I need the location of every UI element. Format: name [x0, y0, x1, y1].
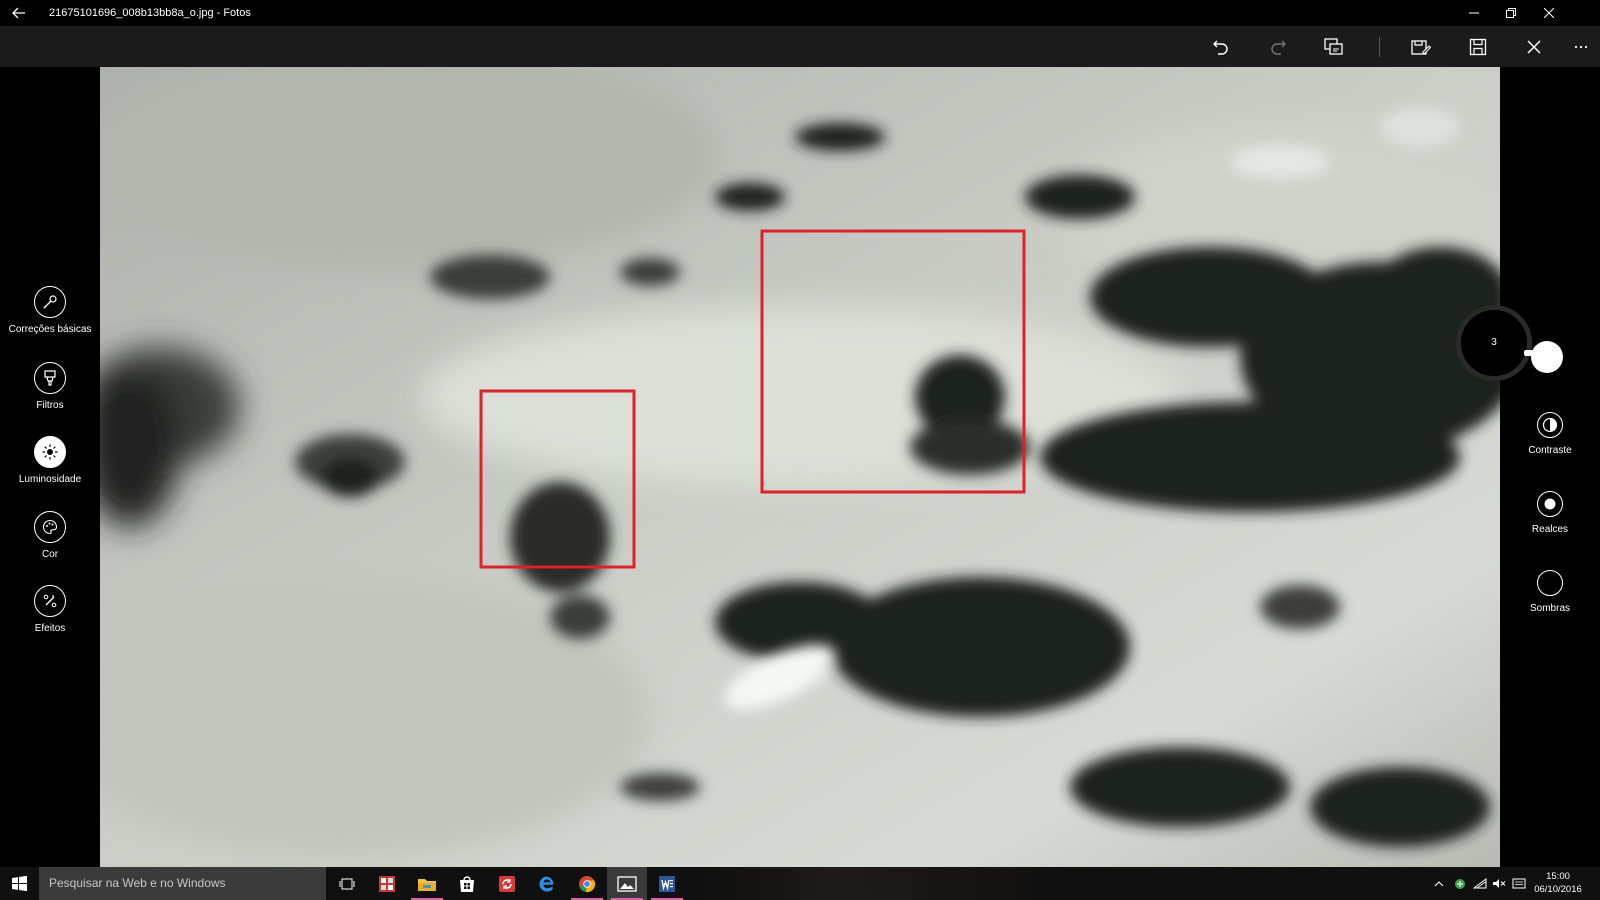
taskbar-word[interactable] [647, 867, 687, 900]
tool-basic-fixes[interactable]: Correções básicas [0, 286, 100, 335]
tool-label: Cor [41, 549, 59, 560]
taskbar-photos[interactable] [607, 867, 647, 900]
volume-mute-icon [1493, 879, 1506, 888]
clock-date: 06/10/2016 [1534, 884, 1582, 895]
app-icon [379, 875, 395, 892]
wallpaper-strip [700, 867, 1030, 900]
contrast-icon [1537, 412, 1563, 438]
wand-icon [34, 286, 66, 318]
tray-network[interactable] [1471, 867, 1489, 900]
sync-app-icon [499, 875, 515, 892]
edge-icon [539, 876, 554, 891]
save-copy-icon [1411, 40, 1431, 55]
more-icon [1574, 45, 1588, 49]
lunar-surface-photo [100, 67, 1500, 867]
store-icon [460, 875, 474, 892]
tool-light[interactable]: Luminosidade [0, 436, 100, 485]
chrome-icon [579, 875, 596, 892]
tool-color[interactable]: Cor [0, 511, 100, 560]
highlights-icon [1537, 491, 1563, 517]
adjust-highlights[interactable]: Realces [1500, 491, 1600, 535]
cancel-button[interactable] [1521, 34, 1547, 60]
photo-canvas[interactable] [100, 67, 1500, 867]
tool-effects[interactable]: Efeitos [0, 585, 100, 634]
compare-icon [1324, 38, 1343, 55]
cancel-icon [1527, 40, 1541, 54]
notification-icon [1512, 878, 1526, 888]
dial-knob[interactable] [1531, 341, 1563, 373]
wifi-icon [1473, 878, 1487, 889]
tray-app[interactable] [1451, 867, 1469, 900]
redo-button[interactable] [1265, 34, 1291, 60]
adjust-contrast[interactable]: Contraste [1500, 412, 1600, 456]
effects-icon [34, 585, 66, 617]
adjust-shadows[interactable]: Sombras [1500, 570, 1600, 614]
filter-icon [34, 362, 66, 394]
tool-label: Filtros [36, 400, 64, 411]
start-button[interactable] [0, 867, 38, 900]
more-button[interactable] [1568, 34, 1594, 60]
window-title: 21675101696_008b13bb8a_o.jpg - Fotos [49, 7, 251, 19]
windows-logo-icon [11, 876, 27, 891]
shadows-icon [1537, 570, 1563, 596]
save-icon [1469, 38, 1487, 56]
tray-volume[interactable] [1490, 867, 1508, 900]
photos-icon [617, 875, 637, 892]
restore-icon [1506, 8, 1516, 18]
taskbar-sync-app[interactable] [487, 867, 527, 900]
undo-icon [1213, 40, 1228, 55]
taskbar-file-explorer[interactable] [407, 867, 447, 900]
taskbar-clock[interactable]: 15:00 06/10/2016 [1528, 870, 1588, 896]
tray-notifications[interactable] [1510, 867, 1528, 900]
tool-filters[interactable]: Filtros [0, 362, 100, 411]
taskbar: Pesquisar na Web e no Windows 15:00 06/1… [0, 867, 1600, 900]
task-view-icon [339, 878, 355, 889]
dial-value: 3 [1491, 337, 1497, 348]
adjust-label: Contraste [1528, 445, 1572, 456]
clock-time: 15:00 [1546, 871, 1570, 882]
undo-button[interactable] [1208, 34, 1234, 60]
save-copy-button[interactable] [1408, 34, 1434, 60]
search-placeholder: Pesquisar na Web e no Windows [49, 876, 226, 890]
adjustments-panel [1500, 67, 1600, 867]
tray-app-icon [1455, 878, 1465, 889]
adjustment-dial[interactable]: 3 [1456, 305, 1532, 381]
redo-icon [1271, 40, 1286, 55]
tray-expand[interactable] [1430, 867, 1448, 900]
taskbar-store[interactable] [447, 867, 487, 900]
chevron-up-icon [1434, 880, 1444, 886]
tool-label: Correções básicas [8, 324, 92, 335]
taskbar-chrome[interactable] [567, 867, 607, 900]
palette-icon [34, 511, 66, 543]
word-icon [659, 875, 675, 892]
task-view-button[interactable] [327, 867, 367, 900]
tool-label: Efeitos [34, 623, 66, 634]
compare-button[interactable] [1321, 34, 1347, 60]
taskbar-app-generic[interactable] [367, 867, 407, 900]
close-window-button[interactable] [1526, 0, 1572, 26]
minimize-icon [1469, 12, 1479, 14]
taskbar-search-box[interactable]: Pesquisar na Web e no Windows [39, 867, 326, 900]
tool-label: Luminosidade [18, 474, 82, 485]
save-button[interactable] [1465, 34, 1491, 60]
back-arrow-icon [12, 7, 25, 19]
taskbar-edge[interactable] [527, 867, 567, 900]
edit-toolbar [0, 26, 1600, 67]
sun-icon [34, 436, 66, 468]
close-icon [1544, 8, 1554, 18]
adjust-label: Sombras [1529, 603, 1570, 614]
adjust-label: Realces [1531, 524, 1569, 535]
file-explorer-icon [418, 878, 436, 891]
title-bar: 21675101696_008b13bb8a_o.jpg - Fotos [0, 0, 1600, 26]
back-button[interactable] [8, 3, 30, 23]
